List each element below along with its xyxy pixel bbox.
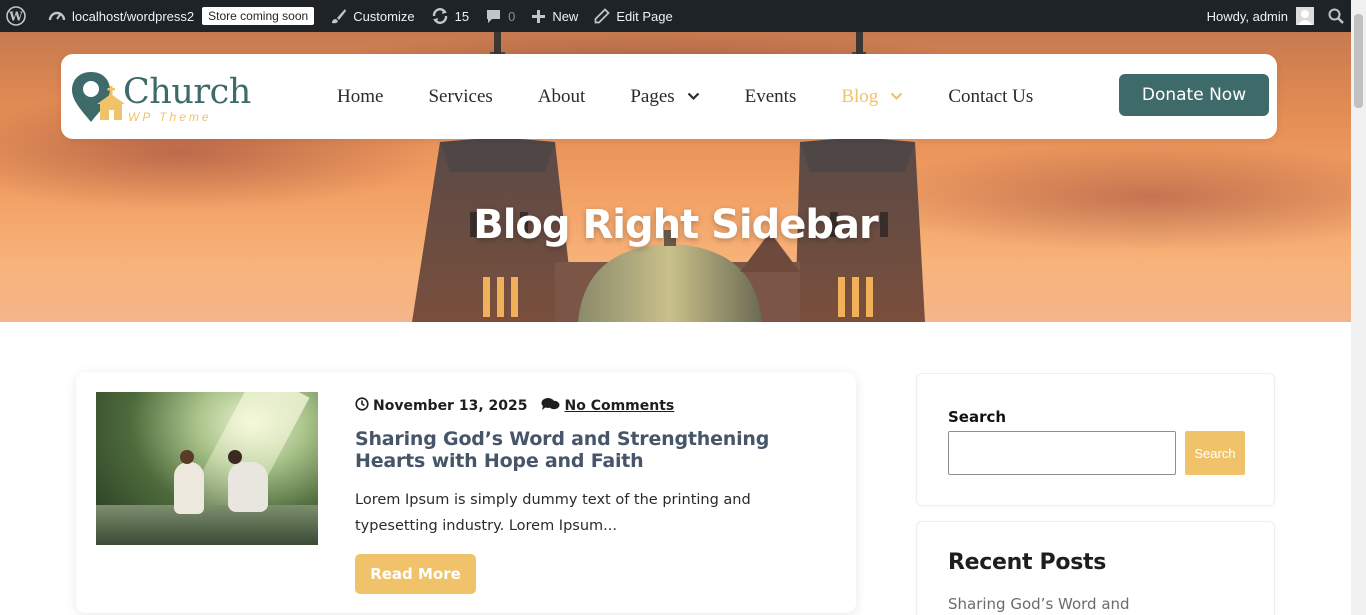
scrollbar-thumb[interactable]: [1354, 14, 1363, 108]
post-comments-label: No Comments: [564, 398, 675, 414]
new-label: New: [552, 8, 579, 24]
admin-bar-right: Howdy, admin: [1199, 0, 1366, 32]
post-thumbnail[interactable]: [96, 392, 318, 545]
figure-left: [174, 462, 204, 514]
page-scrollbar[interactable]: [1351, 0, 1366, 615]
donate-now-button[interactable]: Donate Now: [1119, 74, 1269, 116]
search-input[interactable]: [948, 431, 1176, 475]
pencil-icon: [594, 8, 611, 24]
site-name-label: localhost/wordpress2: [72, 8, 195, 24]
search-button[interactable]: Search: [1185, 431, 1245, 475]
nav-item-contact-us[interactable]: Contact Us: [948, 86, 1033, 108]
wordpress-logo-icon[interactable]: W: [0, 0, 34, 32]
admin-bar: W localhost/wordpress2 Store coming soon…: [0, 0, 1366, 32]
updates-count: 15: [454, 8, 470, 24]
avatar: [1296, 7, 1314, 25]
post-meta: November 13, 2025 No Comments: [355, 397, 674, 415]
nav-label: About: [537, 85, 586, 107]
post-comments-link[interactable]: No Comments: [541, 397, 674, 415]
dashboard-icon: [48, 7, 66, 25]
nav-item-pages[interactable]: Pages: [630, 86, 699, 108]
clock-icon: [355, 397, 373, 415]
post-date: November 13, 2025: [355, 397, 527, 415]
figure-head: [180, 450, 194, 464]
nav-item-about[interactable]: About: [538, 86, 586, 108]
new-content-link[interactable]: New: [523, 0, 586, 32]
nav-label: Events: [744, 85, 797, 107]
map-pin-church-icon: [72, 72, 125, 122]
nav-item-services[interactable]: Services: [428, 86, 492, 108]
refresh-icon: [431, 7, 449, 25]
logo-tagline: WP Theme: [128, 110, 212, 124]
nav-item-home[interactable]: Home: [337, 86, 383, 108]
customize-link[interactable]: Customize: [322, 0, 422, 32]
site-name-link[interactable]: localhost/wordpress2: [34, 0, 202, 32]
plus-icon: [531, 9, 546, 24]
howdy-label: Howdy, admin: [1206, 8, 1288, 24]
svg-text:W: W: [8, 10, 23, 24]
store-status-item[interactable]: Store coming soon: [202, 0, 322, 32]
updates-link[interactable]: 15: [423, 0, 477, 32]
site-header: Church WP Theme Home Services About Page…: [61, 54, 1277, 139]
blog-post-card: November 13, 2025 No Comments Sharing Go…: [76, 372, 856, 613]
nav-item-blog[interactable]: Blog: [841, 86, 903, 108]
page-title: Blog Right Sidebar: [473, 202, 879, 248]
nav-label: Contact Us: [948, 85, 1034, 107]
main-nav: Home Services About Pages Events Blog Co…: [337, 54, 1078, 139]
nav-label: Home: [337, 85, 384, 107]
nav-label: Services: [428, 85, 493, 107]
recent-post-link[interactable]: Sharing God’s Word and: [948, 595, 1130, 613]
comments-link[interactable]: 0: [477, 0, 523, 32]
logo-wordmark: Church: [123, 72, 251, 112]
recent-posts-widget: Recent Posts Sharing God’s Word and: [916, 521, 1275, 615]
nav-item-events[interactable]: Events: [745, 86, 797, 108]
figure-head: [228, 450, 242, 464]
chevron-down-icon: [687, 92, 700, 101]
search-widget-label: Search: [948, 408, 1007, 426]
water-reflection: [96, 505, 318, 545]
site-logo[interactable]: Church WP Theme: [71, 70, 251, 126]
edit-page-label: Edit Page: [616, 8, 673, 24]
read-more-button[interactable]: Read More: [355, 554, 476, 594]
customize-label: Customize: [353, 8, 415, 24]
recent-posts-title: Recent Posts: [948, 550, 1107, 575]
search-widget: Search Search: [916, 373, 1275, 506]
paintbrush-icon: [330, 8, 347, 25]
comment-bubble-icon: [485, 8, 502, 25]
chevron-down-icon: [890, 92, 903, 101]
edit-page-link[interactable]: Edit Page: [586, 0, 680, 32]
my-account-link[interactable]: Howdy, admin: [1199, 0, 1320, 32]
post-date-label: November 13, 2025: [373, 398, 528, 414]
nav-label: Blog: [841, 85, 879, 107]
comments-icon: [541, 397, 564, 415]
nav-label: Pages: [630, 85, 675, 107]
figure-right: [228, 462, 268, 512]
post-title-link[interactable]: Sharing God’s Word and Strengthening Hea…: [355, 428, 845, 472]
store-status-badge: Store coming soon: [202, 7, 315, 25]
post-excerpt: Lorem Ipsum is simply dummy text of the …: [355, 492, 751, 534]
comments-count: 0: [508, 8, 516, 24]
